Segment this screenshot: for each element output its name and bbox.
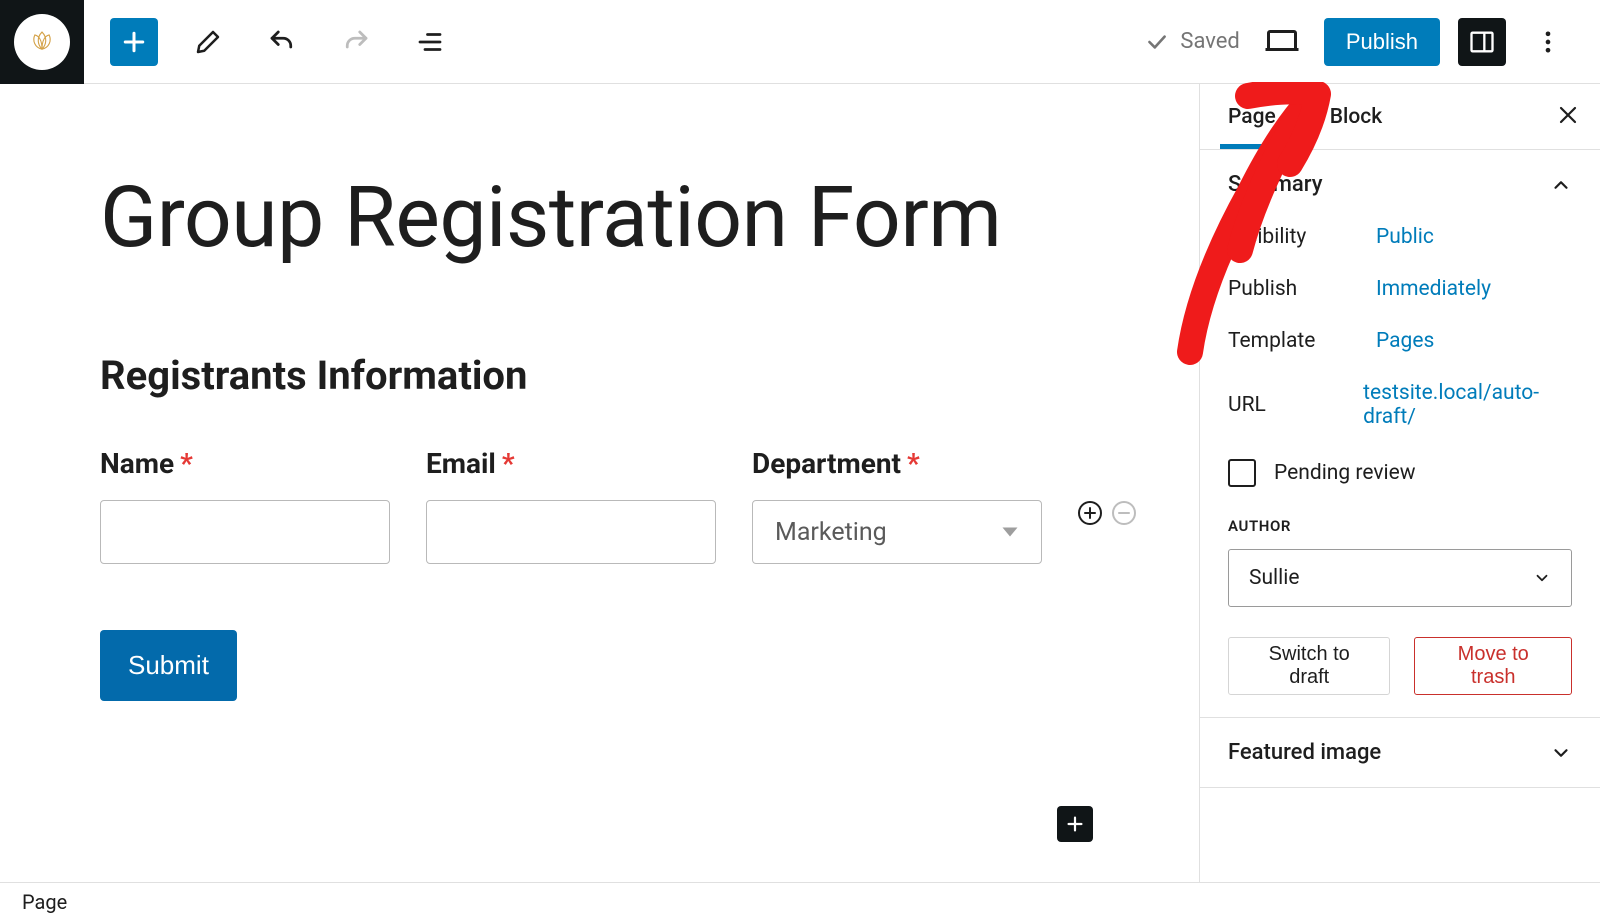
author-value: Sullie bbox=[1249, 566, 1300, 590]
editor-statusbar: Page bbox=[0, 882, 1600, 920]
settings-panel: Page Block Summary Visibility Public Pub… bbox=[1200, 84, 1600, 882]
tools-edit-icon[interactable] bbox=[184, 18, 232, 66]
field-department-label: Department* bbox=[752, 447, 1042, 480]
url-label: URL bbox=[1228, 393, 1363, 417]
site-logo-button[interactable] bbox=[0, 0, 84, 84]
form-fields-row: Name* Email* Department* Marketing bbox=[100, 447, 1099, 564]
more-options-button[interactable] bbox=[1524, 18, 1572, 66]
visibility-label: Visibility bbox=[1228, 225, 1376, 249]
field-name: Name* bbox=[100, 447, 390, 564]
row-pending-review: Pending review bbox=[1228, 459, 1572, 487]
publish-value[interactable]: Immediately bbox=[1376, 277, 1491, 301]
chevron-down-icon bbox=[1533, 569, 1551, 587]
panel-tabs: Page Block bbox=[1200, 84, 1600, 150]
add-block-fab[interactable] bbox=[1057, 806, 1093, 842]
switch-to-draft-button[interactable]: Switch to draft bbox=[1228, 637, 1390, 695]
document-overview-icon[interactable] bbox=[406, 18, 454, 66]
save-status: Saved bbox=[1144, 29, 1239, 55]
pending-review-checkbox[interactable] bbox=[1228, 459, 1256, 487]
panel-section-summary: Summary Visibility Public Publish Immedi… bbox=[1200, 150, 1600, 718]
tab-block[interactable]: Block bbox=[1322, 84, 1390, 149]
email-input[interactable] bbox=[426, 500, 716, 564]
field-email: Email* bbox=[426, 447, 716, 564]
summary-heading: Summary bbox=[1228, 172, 1323, 197]
tab-page[interactable]: Page bbox=[1220, 84, 1284, 149]
add-row-button[interactable] bbox=[1078, 501, 1102, 525]
topbar-tools bbox=[110, 18, 454, 66]
move-to-trash-button[interactable]: Move to trash bbox=[1414, 637, 1572, 695]
department-select[interactable]: Marketing bbox=[752, 500, 1042, 564]
redo-button[interactable] bbox=[332, 18, 380, 66]
pending-review-label: Pending review bbox=[1274, 461, 1416, 485]
publish-label: Publish bbox=[1228, 277, 1376, 301]
row-visibility: Visibility Public bbox=[1228, 225, 1572, 249]
topbar-right: Saved Publish bbox=[1144, 18, 1600, 66]
panel-section-featured-image[interactable]: Featured image bbox=[1200, 718, 1600, 788]
row-publish: Publish Immediately bbox=[1228, 277, 1572, 301]
row-url: URL testsite.local/auto-draft/ bbox=[1228, 381, 1572, 429]
settings-sidebar-toggle[interactable] bbox=[1458, 18, 1506, 66]
canvas-inner: Group Registration Form Registrants Info… bbox=[0, 84, 1199, 821]
undo-button[interactable] bbox=[258, 18, 306, 66]
name-input[interactable] bbox=[100, 500, 390, 564]
remove-row-button[interactable] bbox=[1112, 501, 1136, 525]
editor-canvas[interactable]: Group Registration Form Registrants Info… bbox=[0, 84, 1200, 882]
department-value: Marketing bbox=[775, 518, 887, 547]
template-value[interactable]: Pages bbox=[1376, 329, 1434, 353]
template-label: Template bbox=[1228, 329, 1376, 353]
repeater-row-actions bbox=[1078, 501, 1136, 525]
section-heading: Registrants Information bbox=[100, 352, 1099, 399]
visibility-value[interactable]: Public bbox=[1376, 225, 1434, 249]
url-value[interactable]: testsite.local/auto-draft/ bbox=[1363, 381, 1572, 429]
publish-button[interactable]: Publish bbox=[1324, 18, 1440, 66]
page-title[interactable]: Group Registration Form bbox=[100, 174, 1099, 262]
field-email-label: Email* bbox=[426, 447, 716, 480]
featured-image-heading: Featured image bbox=[1228, 740, 1381, 765]
field-name-label: Name* bbox=[100, 447, 390, 480]
summary-actions: Switch to draft Move to trash bbox=[1228, 637, 1572, 695]
field-department: Department* Marketing bbox=[752, 447, 1042, 564]
panel-close-button[interactable] bbox=[1556, 103, 1580, 131]
breadcrumb[interactable]: Page bbox=[22, 890, 67, 914]
chevron-down-icon bbox=[1550, 742, 1572, 764]
close-icon bbox=[1556, 103, 1580, 127]
view-device-button[interactable] bbox=[1258, 18, 1306, 66]
chevron-up-icon bbox=[1550, 174, 1572, 196]
author-heading: AUTHOR bbox=[1228, 517, 1572, 535]
caret-down-icon bbox=[1001, 523, 1019, 541]
submit-button[interactable]: Submit bbox=[100, 630, 237, 701]
row-template: Template Pages bbox=[1228, 329, 1572, 353]
add-block-button[interactable] bbox=[110, 18, 158, 66]
topbar-left bbox=[0, 0, 454, 83]
panel-section-cutoff bbox=[1200, 788, 1600, 810]
summary-header[interactable]: Summary bbox=[1228, 172, 1572, 197]
save-status-label: Saved bbox=[1180, 29, 1239, 54]
author-select[interactable]: Sullie bbox=[1228, 549, 1572, 607]
site-logo-icon bbox=[14, 14, 70, 70]
editor-topbar: Saved Publish bbox=[0, 0, 1600, 84]
check-icon bbox=[1144, 29, 1170, 55]
editor-workspace: Group Registration Form Registrants Info… bbox=[0, 84, 1600, 882]
